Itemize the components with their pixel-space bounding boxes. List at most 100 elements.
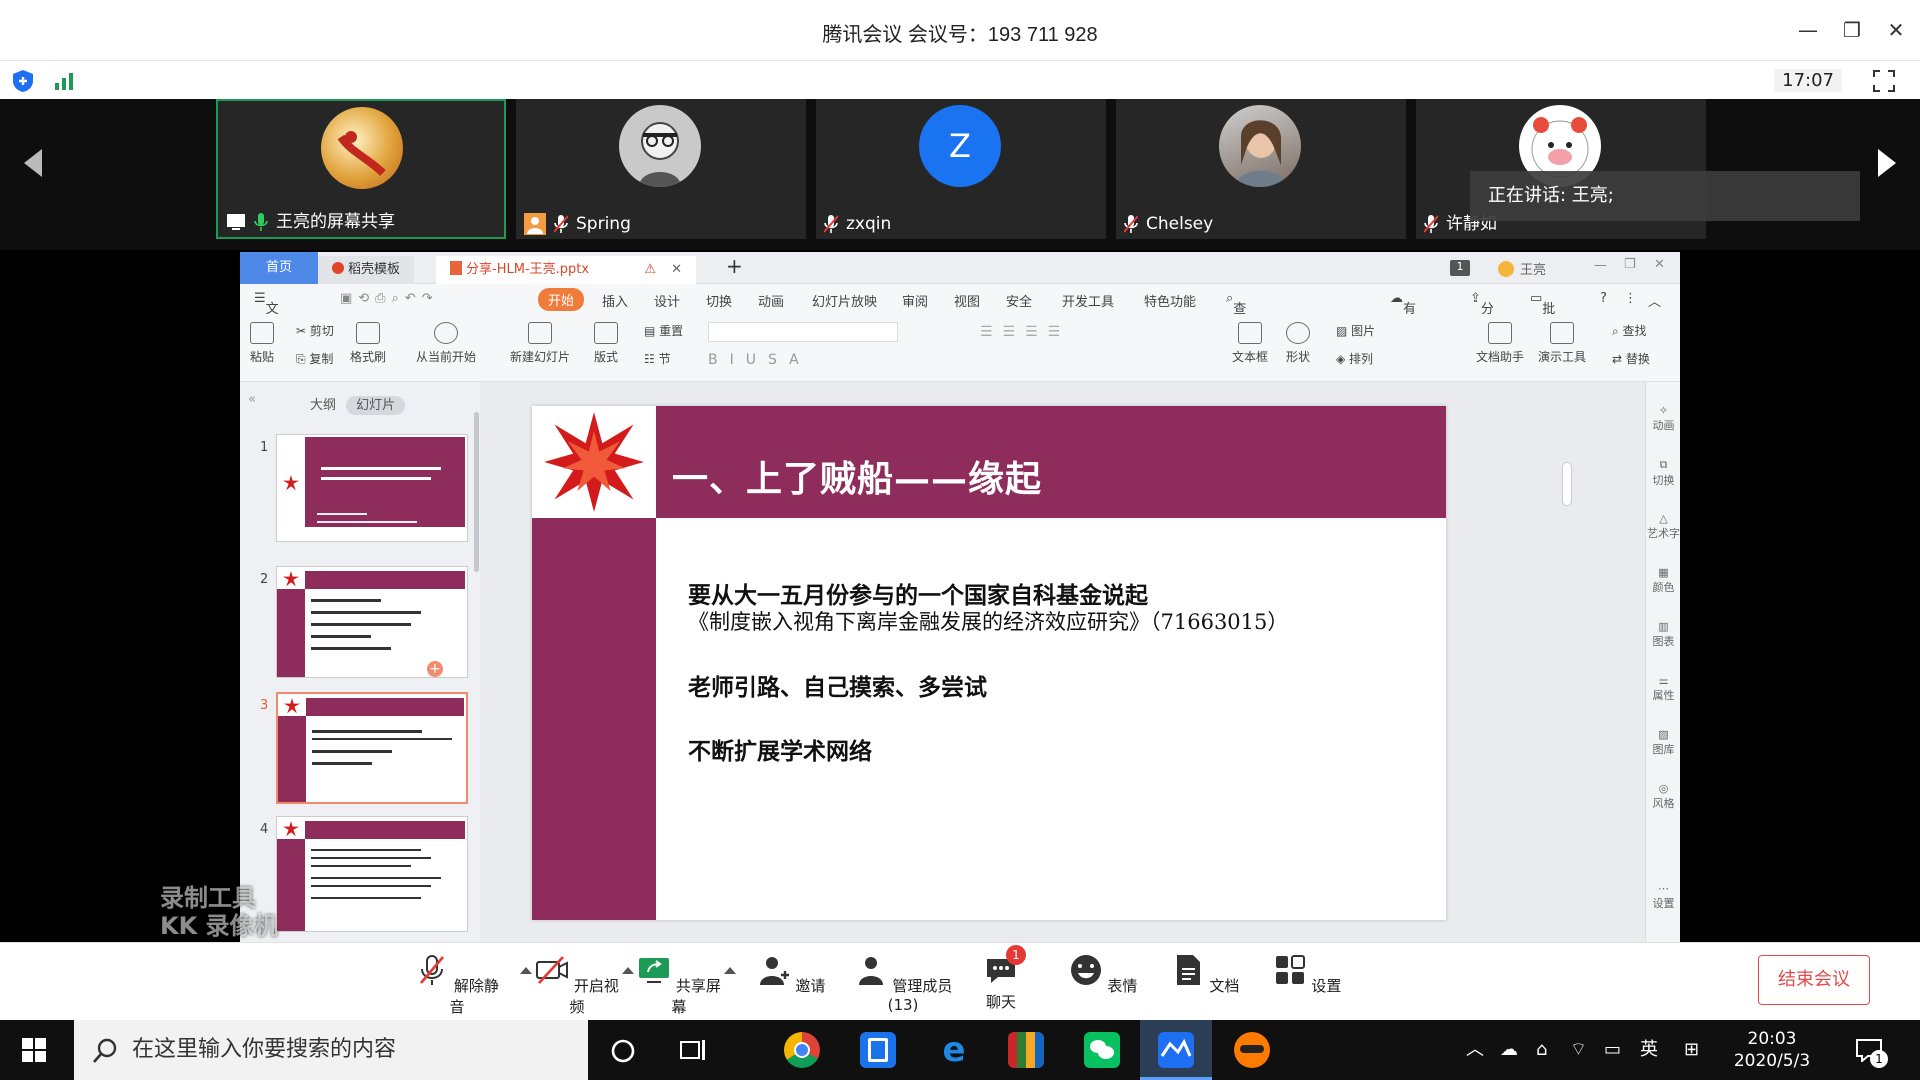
menu-review[interactable]: 审阅 (902, 291, 928, 310)
wifi-icon[interactable]: ⌔ (1570, 1020, 1587, 1080)
menu-share[interactable]: ⇪ 分享 (1470, 291, 1494, 336)
tray-app-icon[interactable]: ⌂ (1536, 1020, 1547, 1080)
collapse-pane-icon[interactable]: « (248, 392, 256, 407)
winrar-icon[interactable] (1008, 1032, 1044, 1068)
more-icon[interactable]: ⋮ (1624, 291, 1637, 306)
emoji-button[interactable]: 表情 (1058, 953, 1148, 996)
user-account[interactable]: 王亮 (1498, 259, 1546, 278)
video-tile-2[interactable]: Spring (516, 99, 806, 239)
transition-tool[interactable]: ⧉ 切换 (1646, 458, 1680, 488)
properties-tool[interactable]: ⚌ 属性 (1646, 674, 1680, 703)
edge-icon[interactable]: e (936, 1032, 972, 1068)
format-painter-button[interactable]: 格式刷 (350, 322, 386, 365)
layout-button[interactable]: 版式 (594, 322, 618, 365)
tencent-meeting-taskbar-item[interactable] (1140, 1020, 1212, 1080)
menu-animation[interactable]: 动画 (758, 291, 784, 310)
wordart-tool[interactable]: △ 艺术字 (1646, 512, 1680, 541)
add-slide-icon[interactable]: + (427, 661, 443, 677)
paragraph-icons[interactable]: ☰☰☰☰ (980, 324, 1070, 340)
chat-button[interactable]: 1 聊天 (956, 945, 1046, 1012)
battery-icon[interactable]: ▭ (1604, 1020, 1621, 1080)
menu-exception[interactable]: ☁ 有异常 (1390, 291, 1416, 355)
new-slide-button[interactable]: 新建幻灯片 (510, 322, 570, 365)
color-tool[interactable]: ▦ 颜色 (1646, 566, 1680, 595)
chrome-icon[interactable] (784, 1032, 820, 1068)
tab-outline[interactable]: 大纲 (310, 398, 336, 413)
wps-minimize-icon[interactable]: — (1594, 258, 1607, 273)
window-count-icon[interactable]: 1 (1450, 260, 1470, 276)
settings-button[interactable]: 设置 (1262, 953, 1352, 996)
tab-slides[interactable]: 幻灯片 (346, 396, 406, 415)
close-tab-icon[interactable]: ✕ (671, 256, 682, 284)
copy-button[interactable]: ⎘ 复制 (296, 350, 333, 367)
presentation-tools-button[interactable]: 演示工具 (1538, 322, 1586, 365)
textbox-button[interactable]: 文本框 (1232, 322, 1268, 365)
wps-close-icon[interactable]: ✕ (1654, 257, 1665, 272)
tray-expand-icon[interactable]: ︿ (1466, 1020, 1484, 1080)
fullscreen-icon[interactable] (1872, 69, 1896, 93)
slide-thumbnail-3[interactable] (276, 692, 468, 804)
find-button[interactable]: ⌕ 查找 (1612, 322, 1647, 339)
start-video-button[interactable]: 开启视频 (532, 953, 622, 1017)
end-meeting-button[interactable]: 结束会议 (1758, 955, 1870, 1005)
replace-button[interactable]: ⇄ 替换 (1612, 350, 1650, 367)
invite-button[interactable]: 邀请 (746, 953, 836, 996)
font-style-icons[interactable]: BIUSA (708, 352, 811, 368)
keyboard-layout-icon[interactable]: ⊞ (1684, 1020, 1699, 1080)
wps-restore-icon[interactable]: ❐ (1624, 257, 1636, 272)
cortana-icon[interactable] (610, 1038, 636, 1064)
signal-icon[interactable] (54, 71, 76, 91)
new-tab-icon[interactable]: + (712, 252, 757, 280)
audio-options-icon[interactable] (520, 967, 532, 974)
ime-indicator[interactable]: 英 (1640, 1020, 1658, 1080)
video-tile-3[interactable]: Z zxqin (816, 99, 1106, 239)
picture-button[interactable]: ▨ 图片 (1336, 322, 1375, 339)
wechat-icon[interactable] (1084, 1032, 1120, 1068)
shield-icon[interactable] (12, 69, 34, 93)
menu-comment[interactable]: ▭ 批注 (1530, 291, 1555, 336)
taskbar-clock[interactable]: 20:03 2020/5/3 (1722, 1028, 1822, 1072)
animation-tool[interactable]: ✧ 动画 (1646, 404, 1680, 433)
recorder-app-icon[interactable] (1234, 1032, 1270, 1068)
menu-find[interactable]: ⌕ 查找 (1226, 291, 1246, 336)
share-options-icon[interactable] (724, 967, 736, 974)
menu-transition[interactable]: 切换 (706, 291, 732, 310)
task-view-icon[interactable] (680, 1038, 708, 1062)
taskbar-search-input[interactable]: 在这里输入你要搜索的内容 (74, 1020, 588, 1080)
menu-insert[interactable]: 插入 (602, 291, 628, 310)
video-options-icon[interactable] (622, 967, 634, 974)
app-icon-blue[interactable] (860, 1032, 896, 1068)
menu-special[interactable]: 特色功能 (1144, 291, 1196, 310)
documents-button[interactable]: 文档 (1160, 953, 1250, 996)
collapse-ribbon-icon[interactable]: ︿ (1648, 291, 1661, 310)
doc-assistant-button[interactable]: 文档助手 (1476, 322, 1524, 365)
play-from-current-button[interactable]: 从当前开始 (416, 322, 476, 365)
paste-button[interactable]: 粘贴 (250, 322, 274, 365)
minimize-icon[interactable]: — (1794, 16, 1822, 44)
tab-document[interactable]: 分享-HLM-王亮.pptx ⚠ ✕ (436, 256, 696, 284)
style-tool[interactable]: ◎ 风格 (1646, 782, 1680, 811)
slide-thumbnail-4[interactable] (276, 816, 468, 932)
video-tile-1[interactable]: 王亮的屏幕共享 (216, 99, 506, 239)
prev-page-icon[interactable] (24, 149, 42, 177)
restore-icon[interactable]: ❐ (1838, 16, 1866, 44)
onedrive-icon[interactable]: ☁ (1500, 1020, 1518, 1080)
tab-home[interactable]: 首页 (240, 252, 318, 284)
menu-developer[interactable]: 开发工具 (1062, 291, 1114, 310)
menu-home[interactable]: 开始 (538, 288, 585, 311)
chart-tool[interactable]: ▥ 图表 (1646, 620, 1680, 649)
gallery-tool[interactable]: ▨ 图库 (1646, 728, 1680, 757)
quick-access-icons[interactable]: ▣⟲⎙⌕↶↷ (340, 291, 439, 306)
shape-button[interactable]: 形状 (1286, 322, 1310, 365)
arrange-button[interactable]: ◈ 排列 (1336, 350, 1373, 367)
unmute-button[interactable]: 解除静音 (412, 953, 502, 1017)
settings-tool[interactable]: ⋯ 设置 (1646, 882, 1680, 911)
menu-security[interactable]: 安全 (1006, 291, 1032, 310)
manage-members-button[interactable]: 管理成员(13) (848, 953, 958, 1014)
cut-button[interactable]: ✂ 剪切 (296, 322, 334, 339)
notification-center[interactable]: 1 (1856, 1038, 1888, 1068)
pane-scrollbar[interactable] (474, 412, 479, 572)
font-select[interactable] (708, 322, 898, 342)
help-icon[interactable]: ? (1600, 291, 1607, 306)
menu-file[interactable]: ☰ 文件 (254, 291, 279, 336)
